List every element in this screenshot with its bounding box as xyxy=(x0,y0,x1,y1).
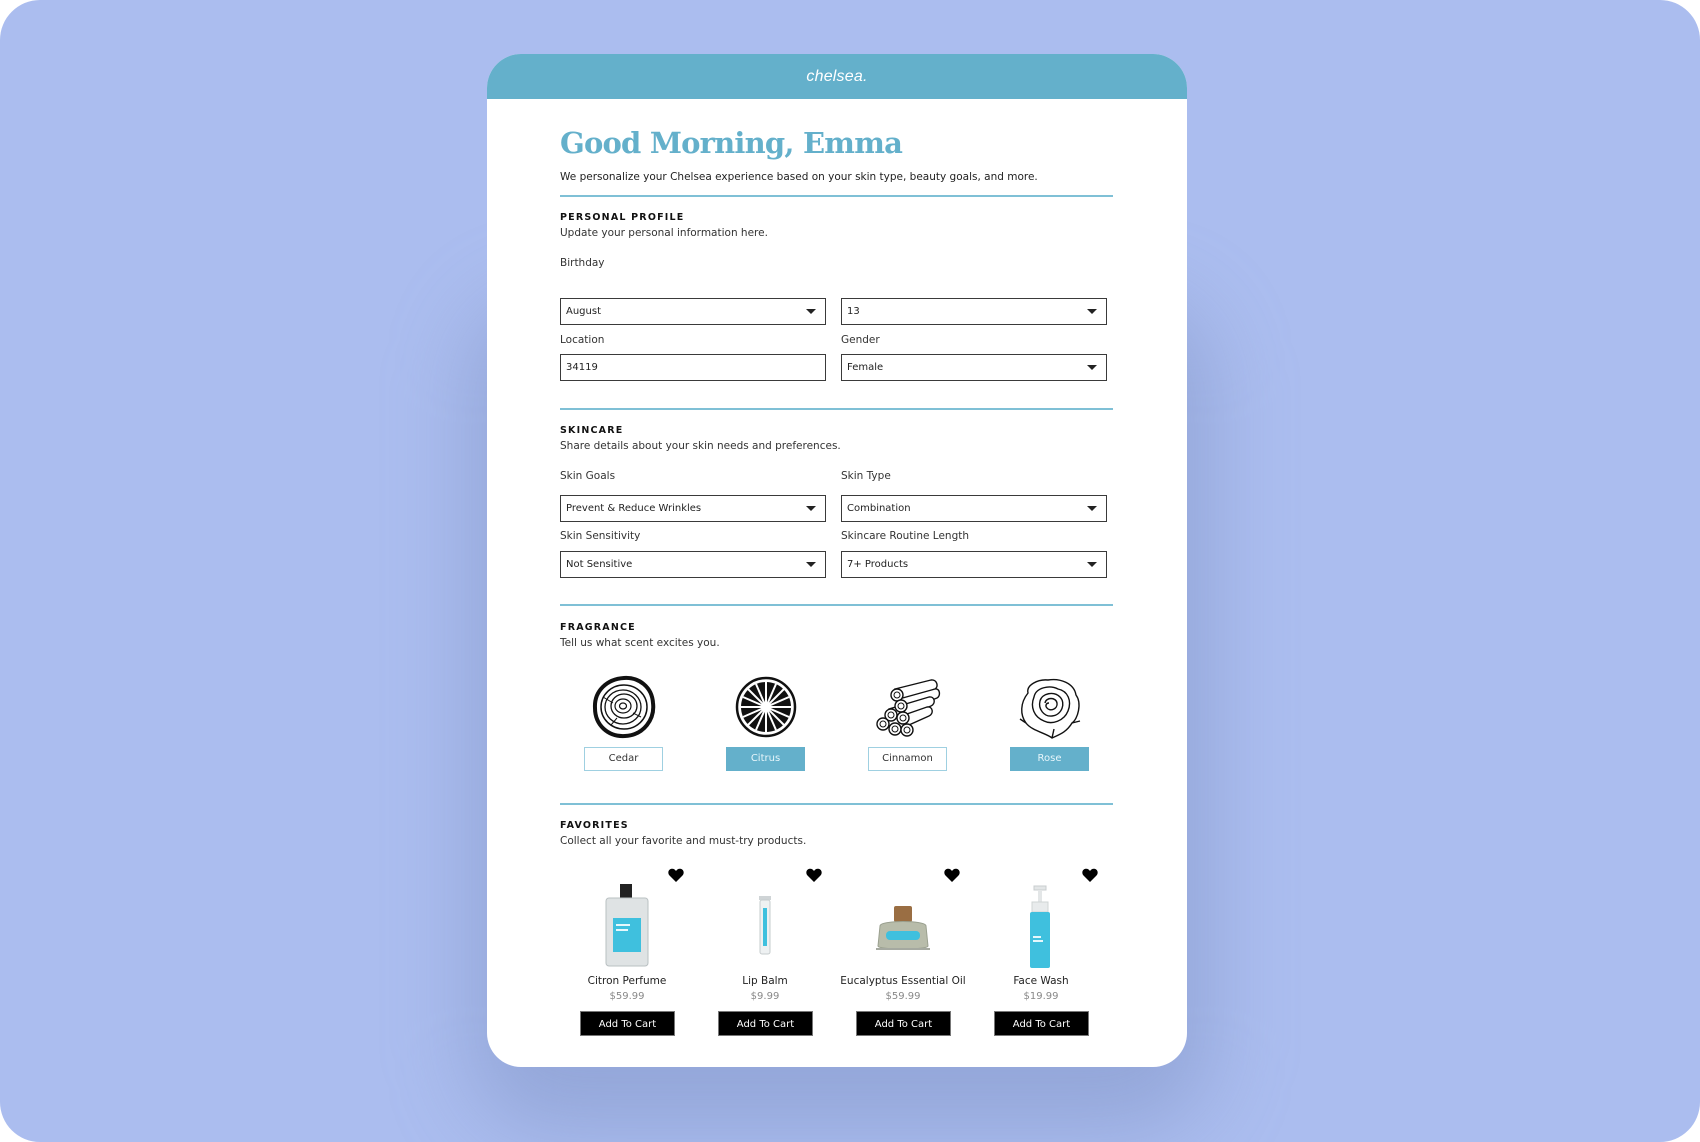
background-frame: chelsea. Good Morning, Emma We personali… xyxy=(0,0,1700,1142)
page-title: Good Morning, Emma xyxy=(560,126,903,160)
section-subtitle-favorites: Collect all your favorite and must-try p… xyxy=(560,835,807,847)
scent-option-cedar[interactable]: Cedar xyxy=(574,675,674,771)
add-to-cart-button[interactable]: Add To Cart xyxy=(994,1011,1089,1036)
oil-bottle-icon xyxy=(876,906,930,950)
brand-logo[interactable]: chelsea. xyxy=(806,68,867,85)
gender-label: Gender xyxy=(841,334,880,346)
page-subtitle: We personalize your Chelsea experience b… xyxy=(560,171,1038,183)
location-value: 34119 xyxy=(566,362,598,373)
birthday-month-value: August xyxy=(566,306,601,317)
product-name[interactable]: Eucalyptus Essential Oil xyxy=(834,975,972,987)
tree-rings-icon xyxy=(592,675,656,739)
skin-type-select[interactable]: Combination xyxy=(841,495,1107,522)
section-divider xyxy=(560,803,1113,805)
section-divider xyxy=(560,195,1113,197)
citrus-slice-icon xyxy=(735,676,797,738)
skin-goals-select[interactable]: Prevent & Reduce Wrinkles xyxy=(560,495,826,522)
product-name[interactable]: Face Wash xyxy=(972,975,1110,987)
skin-type-label: Skin Type xyxy=(841,470,891,482)
section-title-fragrance: FRAGRANCE xyxy=(560,622,636,633)
skin-sensitivity-label: Skin Sensitivity xyxy=(560,530,641,542)
birthday-label: Birthday xyxy=(560,257,605,269)
scent-option-cinnamon[interactable]: Cinnamon xyxy=(858,675,958,771)
section-title-skincare: SKINCARE xyxy=(560,425,624,436)
routine-length-label: Skincare Routine Length xyxy=(841,530,970,542)
birthday-day-value: 13 xyxy=(847,306,860,317)
chevron-down-icon xyxy=(806,562,816,567)
birthday-month-select[interactable]: August xyxy=(560,298,826,325)
cinnamon-sticks-icon xyxy=(876,679,941,737)
scent-option-citrus[interactable]: Citrus xyxy=(716,675,816,771)
section-title-favorites: FAVORITES xyxy=(560,820,629,831)
product-price: $59.99 xyxy=(609,991,645,1002)
chevron-down-icon xyxy=(1087,365,1097,370)
foam-pump-bottle-icon xyxy=(1030,885,1050,968)
scent-button-cinnamon[interactable]: Cinnamon xyxy=(868,747,947,771)
scent-button-rose[interactable]: Rose xyxy=(1010,747,1089,771)
lip-balm-tube-icon xyxy=(759,896,771,955)
add-to-cart-button[interactable]: Add To Cart xyxy=(718,1011,813,1036)
skin-goals-value: Prevent & Reduce Wrinkles xyxy=(566,503,702,514)
add-to-cart-button[interactable]: Add To Cart xyxy=(856,1011,951,1036)
rose-icon xyxy=(1019,678,1081,739)
product-price: $59.99 xyxy=(885,991,921,1002)
chevron-down-icon xyxy=(1087,562,1097,567)
chevron-down-icon xyxy=(1087,309,1097,314)
profile-card: chelsea. Good Morning, Emma We personali… xyxy=(487,54,1187,1067)
chevron-down-icon xyxy=(806,506,816,511)
scent-button-citrus[interactable]: Citrus xyxy=(726,747,805,771)
location-label: Location xyxy=(560,334,605,346)
section-title-profile: PERSONAL PROFILE xyxy=(560,212,685,223)
perfume-bottle-icon xyxy=(605,884,649,967)
top-bar: chelsea. xyxy=(487,54,1187,99)
add-to-cart-button[interactable]: Add To Cart xyxy=(580,1011,675,1036)
scent-option-rose[interactable]: Rose xyxy=(1000,675,1100,771)
gender-value: Female xyxy=(847,362,884,373)
chevron-down-icon xyxy=(806,309,816,314)
product-name[interactable]: Lip Balm xyxy=(696,975,834,987)
product-price: $9.99 xyxy=(750,991,780,1002)
section-subtitle-skincare: Share details about your skin needs and … xyxy=(560,440,841,452)
routine-length-select[interactable]: 7+ Products xyxy=(841,551,1107,578)
scent-button-cedar[interactable]: Cedar xyxy=(584,747,663,771)
section-divider xyxy=(560,408,1113,410)
section-divider xyxy=(560,604,1113,606)
product-name[interactable]: Citron Perfume xyxy=(558,975,696,987)
product-price: $19.99 xyxy=(1023,991,1059,1002)
location-input[interactable]: 34119 xyxy=(560,354,826,381)
skin-sensitivity-select[interactable]: Not Sensitive xyxy=(560,551,826,578)
section-subtitle-fragrance: Tell us what scent excites you. xyxy=(560,637,720,649)
birthday-day-select[interactable]: 13 xyxy=(841,298,1107,325)
routine-length-value: 7+ Products xyxy=(847,559,909,570)
skin-type-value: Combination xyxy=(847,503,911,514)
skin-sensitivity-value: Not Sensitive xyxy=(566,559,633,570)
chevron-down-icon xyxy=(1087,506,1097,511)
section-subtitle-profile: Update your personal information here. xyxy=(560,227,768,239)
skin-goals-label: Skin Goals xyxy=(560,470,616,482)
gender-select[interactable]: Female xyxy=(841,354,1107,381)
